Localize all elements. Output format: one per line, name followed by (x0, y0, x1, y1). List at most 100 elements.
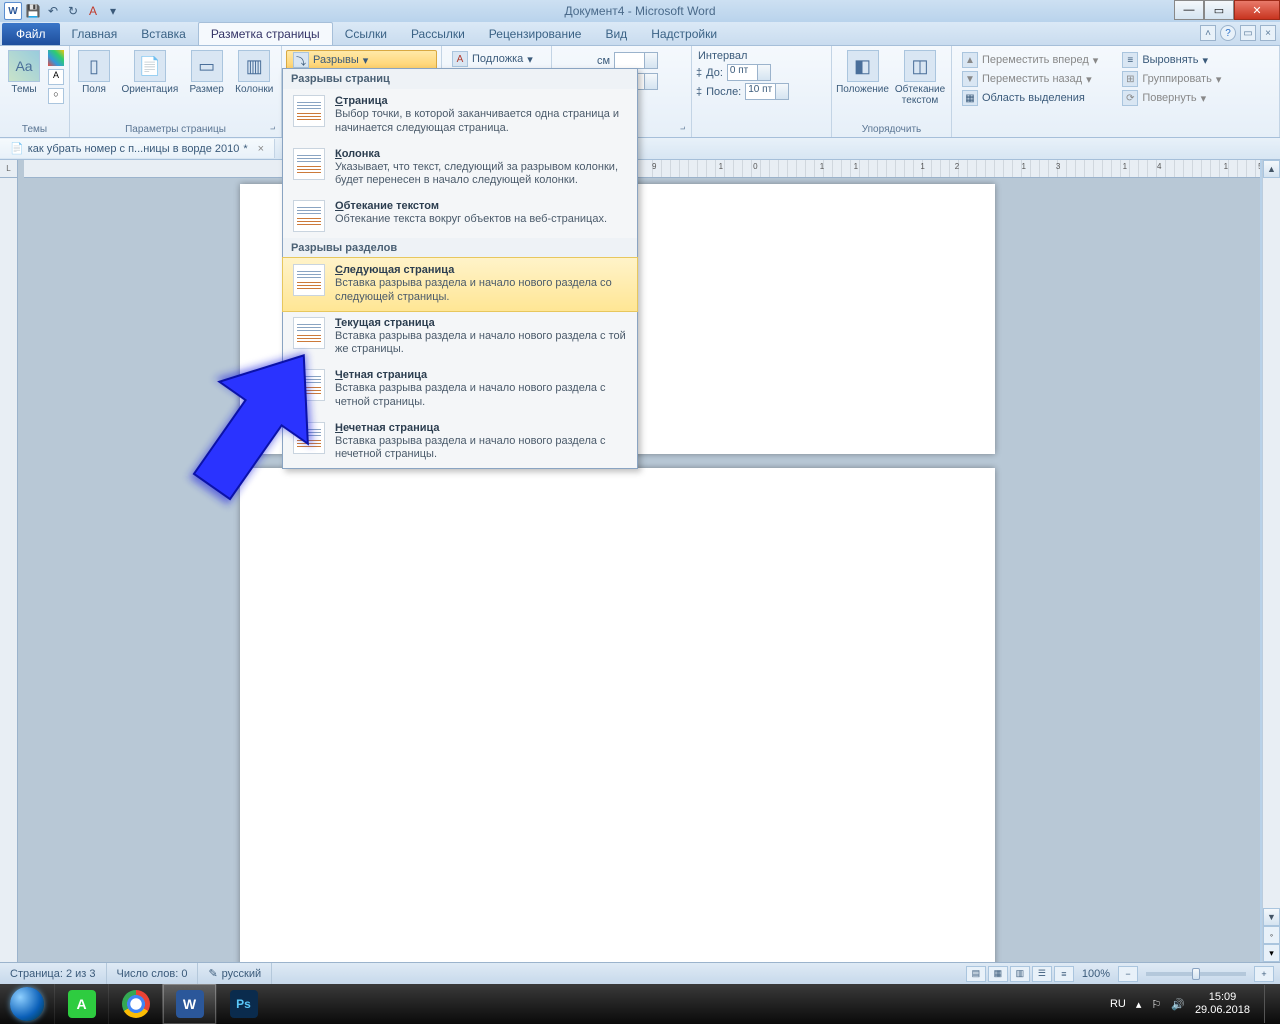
tab-view[interactable]: Вид (593, 23, 639, 45)
dd-item-desc: Вставка разрыва раздела и начало нового … (335, 330, 627, 358)
horizontal-ruler[interactable]: 9 10 11 12 13 14 15 16 17 (24, 160, 1260, 178)
doc-restore-icon[interactable]: ▭ (1240, 25, 1256, 41)
tab-page-layout[interactable]: Разметка страницы (198, 22, 333, 45)
word-icon[interactable]: W (4, 2, 22, 20)
tab-file[interactable]: Файл (2, 23, 60, 45)
page-2[interactable] (240, 468, 995, 962)
watermark-button[interactable]: AПодложка ▾ (446, 50, 547, 68)
ruler-origin[interactable]: L (0, 160, 18, 178)
tab-home[interactable]: Главная (60, 23, 130, 45)
scroll-down-icon[interactable]: ▼ (1263, 908, 1280, 926)
tray-flag-icon[interactable]: ⚐ (1151, 998, 1161, 1011)
group-button[interactable]: ⊞Группировать ▾ (1116, 70, 1227, 88)
close-button[interactable]: ✕ (1234, 0, 1280, 20)
help-icon[interactable]: ? (1220, 25, 1236, 41)
document-tab-label: как убрать номер с п...ницы в ворде 2010 (28, 143, 240, 155)
wrap-button[interactable]: ◫Обтекание текстом (893, 48, 947, 108)
document-icon: 📄 (10, 142, 24, 155)
indent-left-spinner[interactable] (614, 52, 658, 69)
theme-fonts-icon[interactable]: A (48, 69, 64, 85)
show-desktop-button[interactable] (1264, 985, 1272, 1023)
vertical-ruler[interactable] (0, 178, 18, 962)
dd-item-continuous[interactable]: Текущая страницаВставка разрыва раздела … (283, 311, 637, 364)
tab-mailings[interactable]: Рассылки (399, 23, 477, 45)
tray-lang[interactable]: RU (1110, 998, 1126, 1010)
status-language-label: русский (222, 968, 261, 980)
taskbar-chrome[interactable] (108, 984, 162, 1024)
dd-item-desc: Вставка разрыва раздела и начало нового … (335, 382, 627, 410)
dd-item-title: Четная страница (335, 369, 627, 381)
dd-item-column[interactable]: КолонкаУказывает, что текст, следующий з… (283, 142, 637, 195)
size-button[interactable]: ▭Размер (186, 48, 228, 97)
start-button[interactable] (0, 984, 54, 1024)
themes-button[interactable]: Aa Темы (4, 48, 44, 97)
dd-item-odd-page[interactable]: Нечетная страницаВставка разрыва раздела… (283, 416, 637, 469)
document-tab-close-icon[interactable]: × (252, 143, 264, 155)
tab-addins[interactable]: Надстройки (639, 23, 729, 45)
theme-colors-icon[interactable] (48, 50, 64, 66)
zoom-thumb[interactable] (1192, 968, 1200, 980)
dd-item-page[interactable]: СтраницаВыбор точки, в которой заканчива… (283, 89, 637, 142)
redo-icon[interactable]: ↻ (64, 2, 82, 20)
tab-review[interactable]: Рецензирование (477, 23, 594, 45)
selection-pane-button[interactable]: ▦Область выделения (956, 89, 1104, 107)
breaks-button[interactable]: ⤵Разрывы ▾ (286, 50, 437, 70)
document-tab[interactable]: 📄 как убрать номер с п...ницы в ворде 20… (0, 139, 275, 158)
position-button[interactable]: ◧Положение (836, 48, 889, 97)
taskbar-photoshop[interactable]: Ps (216, 984, 270, 1024)
dd-item-next-page[interactable]: Следующая страницаВставка разрыва раздел… (283, 258, 637, 311)
doc-close-icon[interactable]: × (1260, 25, 1276, 41)
font-color-icon[interactable]: A (84, 2, 102, 20)
save-icon[interactable]: 💾 (24, 2, 42, 20)
send-back-button[interactable]: ▼Переместить назад ▾ (956, 70, 1104, 88)
taskbar-word[interactable]: W (162, 984, 216, 1024)
view-print-layout-icon[interactable]: ▤ (966, 966, 986, 982)
view-draft-icon[interactable]: ≡ (1054, 966, 1074, 982)
dd-item-text-wrap[interactable]: Обтекание текстомОбтекание текста вокруг… (283, 194, 637, 238)
status-language[interactable]: ✎русский (198, 963, 272, 984)
group-page-setup-label[interactable]: Параметры страницы (74, 122, 277, 137)
tray-chevron-up-icon[interactable]: ▴ (1136, 998, 1142, 1011)
taskbar-app-1[interactable]: A (54, 984, 108, 1024)
maximize-button[interactable]: ▭ (1204, 0, 1234, 20)
dd-section-section-breaks: Разрывы разделов (283, 238, 637, 258)
margins-button[interactable]: ▯Поля (74, 48, 114, 97)
scroll-up-icon[interactable]: ▲ (1263, 160, 1280, 178)
dd-item-title: Следующая страница (335, 264, 627, 276)
theme-effects-icon[interactable]: ○ (48, 88, 64, 104)
prev-page-icon[interactable]: ◦ (1263, 926, 1280, 944)
spacing-after-spinner[interactable]: 10 пт (745, 83, 789, 100)
qat-more-icon[interactable]: ▾ (104, 2, 122, 20)
vertical-scrollbar[interactable]: ▲ ▼ ◦ ▾ (1262, 160, 1280, 962)
dd-item-even-page[interactable]: Четная страницаВставка разрыва раздела и… (283, 363, 637, 416)
undo-icon[interactable]: ↶ (44, 2, 62, 20)
zoom-out-button[interactable]: − (1118, 966, 1138, 982)
ribbon-minimize-icon[interactable]: ˄ (1200, 25, 1216, 41)
zoom-slider[interactable] (1146, 972, 1246, 976)
bring-forward-button[interactable]: ▲Переместить вперед ▾ (956, 51, 1104, 69)
next-page-icon[interactable]: ▾ (1263, 944, 1280, 962)
tray-volume-icon[interactable]: 🔊 (1171, 998, 1185, 1011)
zoom-value[interactable]: 100% (1076, 968, 1116, 980)
document-tab-bar: 📄 как убрать номер с п...ницы в ворде 20… (0, 138, 1280, 160)
ribbon-tabs: Файл Главная Вставка Разметка страницы С… (0, 22, 1280, 46)
view-fullscreen-icon[interactable]: ▦ (988, 966, 1008, 982)
tab-references[interactable]: Ссылки (333, 23, 399, 45)
spacing-before-spinner[interactable]: 0 пт (727, 64, 771, 81)
themes-label: Темы (11, 84, 36, 95)
orientation-button[interactable]: 📄Ориентация (118, 48, 182, 97)
rotate-button[interactable]: ⟳Повернуть ▾ (1116, 89, 1227, 107)
zoom-in-button[interactable]: + (1254, 966, 1274, 982)
dd-item-title: Нечетная страница (335, 422, 627, 434)
view-outline-icon[interactable]: ☰ (1032, 966, 1052, 982)
wrap-label: Обтекание текстом (893, 84, 947, 106)
tray-clock[interactable]: 15:0929.06.2018 (1195, 991, 1250, 1017)
status-words[interactable]: Число слов: 0 (107, 963, 199, 984)
view-web-icon[interactable]: ▥ (1010, 966, 1030, 982)
status-page[interactable]: Страница: 2 из 3 (0, 963, 107, 984)
align-button[interactable]: ≡Выровнять ▾ (1116, 51, 1227, 69)
minimize-button[interactable]: — (1174, 0, 1204, 20)
tab-insert[interactable]: Вставка (129, 23, 198, 45)
columns-button[interactable]: ▥Колонки (232, 48, 277, 97)
tray-date: 29.06.2018 (1195, 1004, 1250, 1017)
